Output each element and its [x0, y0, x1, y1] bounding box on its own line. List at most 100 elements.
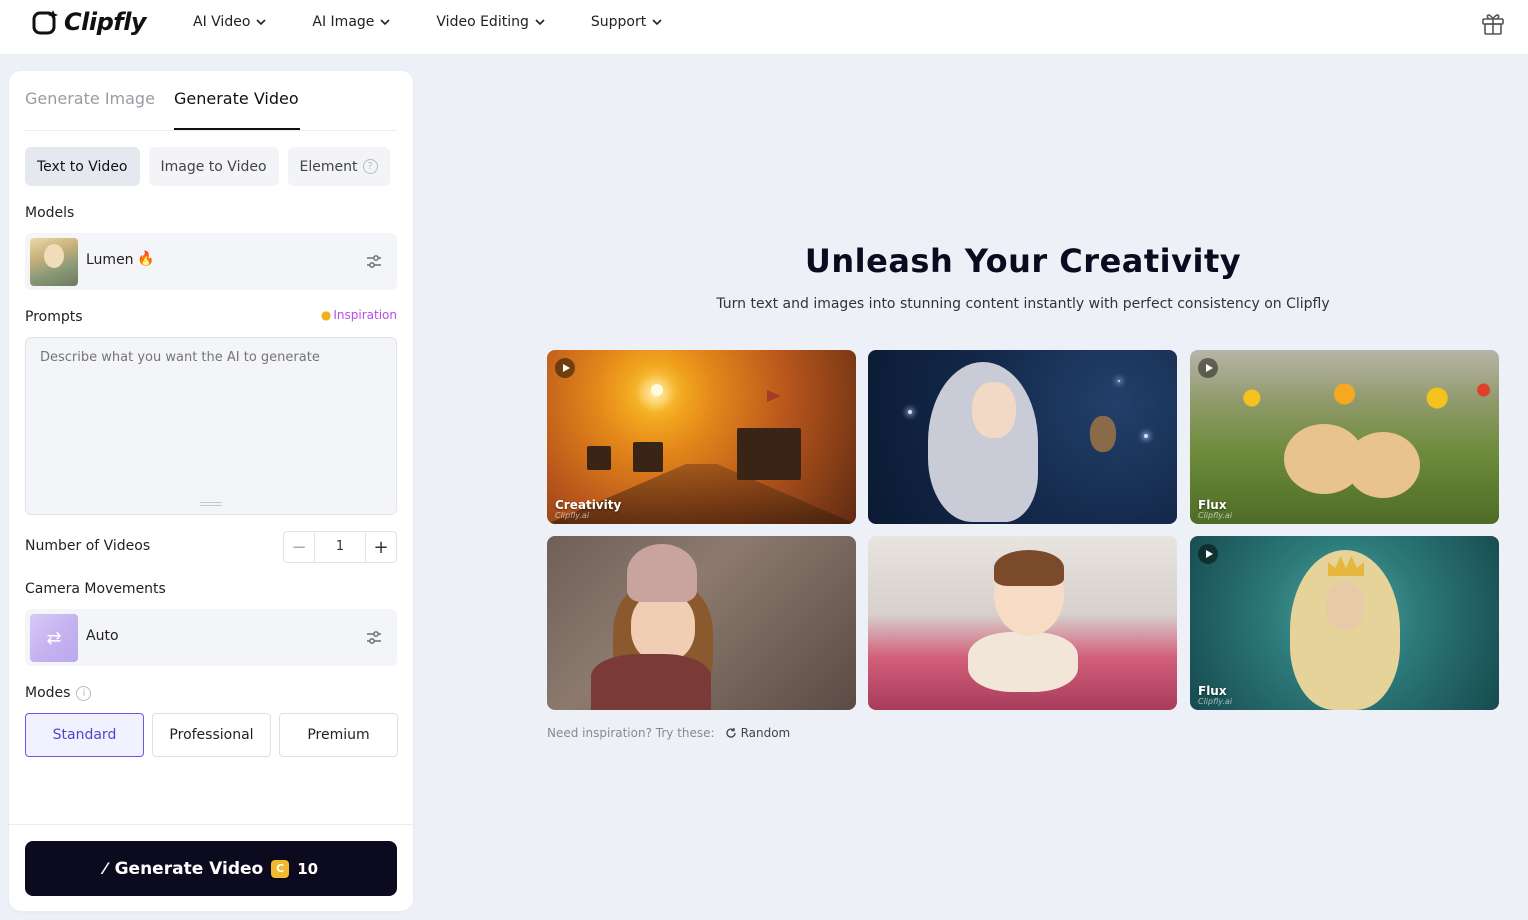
model-name: Lumen	[86, 252, 134, 268]
brand-logo[interactable]: Clipfly	[32, 8, 147, 36]
scene-flowers	[1190, 378, 1499, 418]
models-label: Models	[25, 205, 75, 221]
modes-label: Modes	[25, 685, 71, 701]
nav-video-editing[interactable]: Video Editing	[436, 14, 545, 30]
card-watermark: Clipfly.ai	[1198, 511, 1233, 520]
play-icon	[555, 358, 575, 378]
card-label: Flux	[1198, 684, 1227, 698]
main-nav: AI Video AI Image Video Editing Support	[193, 0, 662, 44]
nav-support[interactable]: Support	[591, 14, 662, 30]
sliders-icon[interactable]	[365, 629, 383, 647]
shuffle-icon: ⇄	[30, 614, 78, 662]
tab-label: Image to Video	[160, 158, 267, 175]
mode-standard-button[interactable]: Standard	[25, 713, 144, 757]
scene-owl	[1090, 416, 1116, 452]
camera-selector[interactable]: ⇄ Auto	[25, 609, 397, 666]
scene-star	[1144, 434, 1148, 438]
fire-icon: 🔥	[137, 251, 155, 267]
model-selector[interactable]: Lumen 🔥	[25, 233, 397, 290]
scene-puppy	[1346, 432, 1420, 498]
camera-value: Auto	[86, 628, 119, 644]
camera-movements-label: Camera Movements	[25, 581, 166, 597]
play-icon	[1198, 544, 1218, 564]
tab-element[interactable]: Element?	[287, 147, 390, 186]
inspiration-link[interactable]: ● Inspiration	[321, 308, 397, 322]
tab-label: Element	[299, 158, 358, 175]
inspiration-label: Inspiration	[333, 308, 397, 322]
scene-beanie	[627, 544, 697, 602]
gallery-card[interactable]	[868, 536, 1177, 710]
quantity-value[interactable]: 1	[315, 532, 365, 562]
refresh-icon	[725, 728, 736, 738]
tab-generate-video[interactable]: Generate Video	[174, 89, 299, 108]
brand-name: Clipfly	[64, 8, 147, 36]
nav-ai-video[interactable]: AI Video	[193, 14, 266, 30]
resize-handle[interactable]	[200, 502, 222, 506]
scene-sun	[651, 384, 663, 396]
tab-image-to-video[interactable]: Image to Video	[148, 147, 279, 186]
mode-premium-button[interactable]: Premium	[279, 713, 398, 757]
scene-scarf	[591, 654, 711, 710]
card-watermark: Clipfly.ai	[555, 511, 590, 520]
gallery-card[interactable]: Creativity Clipfly.ai	[547, 350, 856, 524]
nav-label: AI Video	[193, 14, 251, 30]
hero-subtitle: Turn text and images into stunning conte…	[716, 296, 1330, 312]
chevron-down-icon	[256, 19, 266, 26]
scene-face	[1326, 582, 1364, 630]
scene-body	[968, 632, 1078, 692]
inspiration-prompt: Need inspiration? Try these:	[547, 726, 715, 740]
card-label: Flux	[1198, 498, 1227, 512]
tab-generate-image[interactable]: Generate Image	[25, 89, 155, 108]
scene-star	[908, 410, 912, 414]
input-mode-tabs: Text to Video Image to Video Element?	[25, 147, 390, 186]
prompts-label: Prompts	[25, 309, 83, 325]
prompt-input[interactable]	[25, 337, 397, 515]
scene-face	[631, 592, 695, 662]
help-icon[interactable]: ?	[362, 159, 378, 174]
quantity-stepper: − 1 +	[283, 531, 397, 563]
inspiration-row: Need inspiration? Try these: Random	[547, 726, 790, 740]
bulb-icon: ●	[320, 308, 332, 322]
gallery-card[interactable]	[868, 350, 1177, 524]
info-icon[interactable]: i	[76, 685, 92, 701]
gallery-card[interactable]	[547, 536, 856, 710]
chevron-down-icon	[652, 19, 662, 26]
gallery-card[interactable]: Flux Clipfly.ai	[1190, 350, 1499, 524]
card-watermark: Clipfly.ai	[1198, 697, 1233, 706]
chevron-down-icon	[380, 19, 390, 26]
hero-title: Unleash Your Creativity	[804, 242, 1242, 280]
active-tab-indicator	[174, 128, 300, 130]
card-label: Creativity	[555, 498, 622, 512]
credit-cost: 10	[297, 859, 319, 878]
mode-options: Standard Professional Premium	[25, 713, 398, 757]
gallery-card[interactable]: Flux Clipfly.ai	[1190, 536, 1499, 710]
scene-flag	[767, 390, 781, 402]
plus-icon[interactable]: +	[365, 532, 396, 562]
scene-truck	[587, 446, 611, 470]
modes-heading: Modes i	[25, 685, 92, 701]
number-of-videos-label: Number of Videos	[25, 538, 151, 554]
random-button[interactable]: Random	[725, 726, 791, 740]
scene-road	[547, 464, 856, 524]
nav-label: Support	[590, 14, 647, 30]
chevron-down-icon	[535, 19, 545, 26]
random-label: Random	[740, 726, 791, 740]
generate-video-button[interactable]: ⁄ Generate Video C 10	[25, 841, 397, 896]
logo-icon	[32, 10, 58, 35]
tab-text-to-video[interactable]: Text to Video	[25, 147, 140, 186]
scene-face	[972, 382, 1016, 438]
gift-icon[interactable]	[1480, 10, 1506, 36]
generate-label: Generate Video	[114, 858, 264, 879]
nav-label: Video Editing	[436, 14, 529, 30]
play-icon	[1198, 358, 1218, 378]
nav-label: AI Image	[312, 14, 375, 30]
scene-truck	[737, 428, 801, 480]
nav-ai-image[interactable]: AI Image	[312, 14, 390, 30]
mode-professional-button[interactable]: Professional	[152, 713, 271, 757]
model-thumbnail	[30, 238, 78, 286]
scene-hair	[994, 550, 1064, 586]
minus-icon[interactable]: −	[284, 532, 315, 562]
sliders-icon[interactable]	[365, 253, 383, 271]
generator-panel: Generate Image Generate Video Text to Vi…	[9, 71, 413, 911]
coin-icon: C	[271, 859, 290, 878]
